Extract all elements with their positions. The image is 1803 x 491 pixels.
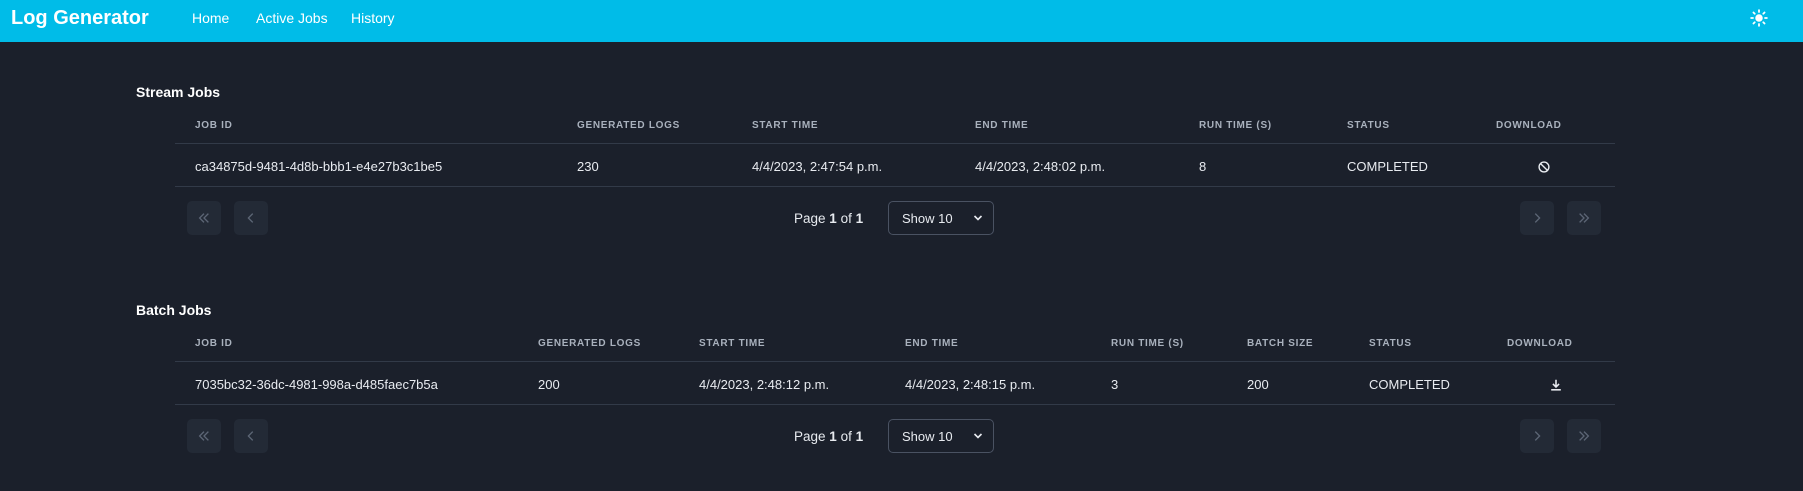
last-page-button[interactable]: [1567, 419, 1601, 453]
header-divider: [175, 361, 1615, 362]
ban-icon: [1538, 161, 1550, 173]
nav-home-link[interactable]: Home: [192, 10, 229, 26]
cell-generated-logs: 230: [577, 159, 599, 174]
page-label: Page: [794, 429, 826, 444]
column-header-download[interactable]: DOWNLOAD: [1507, 338, 1573, 349]
page-indicator: Page 1 of 1: [794, 429, 863, 444]
page-of-label: of: [840, 429, 852, 444]
page-size-value: Show 10: [902, 429, 953, 444]
column-header-batch-size[interactable]: BATCH SIZE: [1247, 338, 1313, 349]
chevron-right-icon: [1534, 213, 1541, 223]
last-page-button[interactable]: [1567, 201, 1601, 235]
cell-start-time: 4/4/2023, 2:47:54 p.m.: [752, 159, 883, 174]
row-divider: [175, 404, 1615, 405]
chevrons-right-icon: [1579, 213, 1590, 223]
nav-active-jobs-link[interactable]: Active Jobs: [256, 10, 328, 26]
cell-job-id: 7035bc32-36dc-4981-998a-d485faec7b5a: [195, 377, 438, 392]
nav-history-link[interactable]: History: [351, 10, 395, 26]
sun-icon[interactable]: [1750, 9, 1768, 27]
column-header-run-time[interactable]: RUN TIME (S): [1111, 338, 1184, 349]
cell-run-time: 3: [1111, 377, 1119, 392]
cell-end-time: 4/4/2023, 2:48:15 p.m.: [905, 377, 1036, 392]
chevron-left-icon: [247, 213, 254, 223]
download-icon[interactable]: [1549, 378, 1563, 392]
app-title[interactable]: Log Generator: [11, 7, 149, 30]
previous-page-button[interactable]: [234, 419, 268, 453]
batch-jobs-title: Batch Jobs: [136, 302, 212, 318]
current-page: 1: [829, 429, 837, 444]
cell-run-time: 8: [1199, 159, 1207, 174]
chevrons-right-icon: [1579, 431, 1590, 441]
column-header-generated-logs[interactable]: GENERATED LOGS: [577, 120, 680, 131]
column-header-end-time[interactable]: END TIME: [905, 338, 958, 349]
current-page: 1: [829, 211, 837, 226]
cell-job-id: ca34875d-9481-4d8b-bbb1-e4e27b3c1be5: [195, 159, 443, 174]
header-divider: [175, 143, 1615, 144]
page-label: Page: [794, 211, 826, 226]
chevron-left-icon: [247, 431, 254, 441]
page-size-value: Show 10: [902, 211, 953, 226]
chevron-down-icon: [973, 215, 983, 221]
column-header-start-time[interactable]: START TIME: [699, 338, 765, 349]
chevron-down-icon: [973, 433, 983, 439]
previous-page-button[interactable]: [234, 201, 268, 235]
next-page-button[interactable]: [1520, 201, 1554, 235]
cell-batch-size: 200: [1247, 377, 1269, 392]
first-page-button[interactable]: [187, 201, 221, 235]
cell-status: COMPLETED: [1369, 377, 1450, 392]
column-header-download[interactable]: DOWNLOAD: [1496, 120, 1562, 131]
chevrons-left-icon: [198, 213, 209, 223]
page-of-label: of: [840, 211, 852, 226]
cell-end-time: 4/4/2023, 2:48:02 p.m.: [975, 159, 1106, 174]
next-page-button[interactable]: [1520, 419, 1554, 453]
page-size-select[interactable]: Show 10: [888, 201, 994, 235]
column-header-generated-logs[interactable]: GENERATED LOGS: [538, 338, 641, 349]
chevron-right-icon: [1534, 431, 1541, 441]
column-header-status[interactable]: STATUS: [1347, 120, 1390, 131]
chevrons-left-icon: [198, 431, 209, 441]
first-page-button[interactable]: [187, 419, 221, 453]
column-header-end-time[interactable]: END TIME: [975, 120, 1028, 131]
page-indicator: Page 1 of 1: [794, 211, 863, 226]
cell-status: COMPLETED: [1347, 159, 1428, 174]
total-pages: 1: [855, 211, 864, 226]
total-pages: 1: [855, 429, 864, 444]
column-header-start-time[interactable]: START TIME: [752, 120, 818, 131]
column-header-run-time[interactable]: RUN TIME (S): [1199, 120, 1272, 131]
column-header-status[interactable]: STATUS: [1369, 338, 1412, 349]
stream-jobs-title: Stream Jobs: [136, 84, 221, 100]
batch-jobs-table: JOB ID GENERATED LOGS START TIME END TIM…: [175, 338, 1615, 406]
column-header-job-id[interactable]: JOB ID: [195, 120, 233, 131]
stream-jobs-table: JOB ID GENERATED LOGS START TIME END TIM…: [175, 120, 1615, 188]
cell-start-time: 4/4/2023, 2:48:12 p.m.: [699, 377, 830, 392]
page-size-select[interactable]: Show 10: [888, 419, 994, 453]
row-divider: [175, 186, 1615, 187]
cell-generated-logs: 200: [538, 377, 560, 392]
column-header-job-id[interactable]: JOB ID: [195, 338, 233, 349]
top-navbar: Log Generator Home Active Jobs History: [0, 0, 1803, 42]
